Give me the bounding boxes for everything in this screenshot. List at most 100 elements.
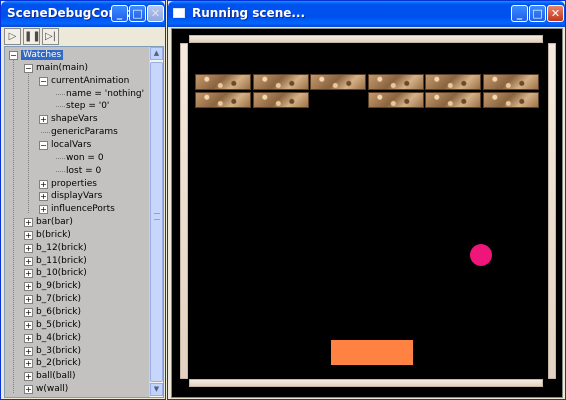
- tree-node[interactable]: shapeVars: [51, 113, 98, 126]
- chevron-up-icon: ▲: [153, 49, 160, 57]
- expand-icon[interactable]: +: [24, 372, 33, 382]
- tree-node-label: localVars: [51, 139, 92, 150]
- maximize-icon: □: [532, 7, 543, 20]
- expand-icon[interactable]: +: [24, 295, 33, 305]
- tree-node[interactable]: main(main): [36, 62, 88, 75]
- tree-node[interactable]: b_11(brick): [36, 255, 87, 268]
- scene-debug-titlebar[interactable]: SceneDebugContr... _ □ ✕: [1, 1, 165, 27]
- tree-node[interactable]: b_6(brick): [36, 306, 81, 319]
- expand-icon[interactable]: +: [24, 269, 33, 279]
- tree-node-label: Watches: [21, 50, 64, 60]
- brick: [195, 74, 251, 90]
- expand-icon[interactable]: +: [39, 205, 48, 215]
- expand-icon[interactable]: +: [24, 218, 33, 228]
- pause-icon: ❚❚: [24, 31, 41, 42]
- tree-node-label: b_10(brick): [36, 268, 87, 279]
- paddle[interactable]: [331, 340, 413, 365]
- close-button[interactable]: ✕: [547, 5, 564, 22]
- close-icon: ✕: [550, 7, 561, 20]
- right-wall: [548, 43, 556, 379]
- watches-tree-panel: Watches − main(main) − currentAnimation − name…: [4, 46, 164, 398]
- tree-node[interactable]: genericParams: [51, 126, 118, 139]
- tree-node[interactable]: b_12(brick): [36, 242, 87, 255]
- tree-node-label: displayVars: [51, 191, 103, 202]
- expand-icon[interactable]: +: [24, 256, 33, 266]
- maximize-button[interactable]: □: [129, 5, 146, 22]
- minimize-icon: _: [116, 7, 123, 20]
- play-button[interactable]: ▷: [4, 28, 21, 45]
- debug-toolbar: ▷ ❚❚ ▷|: [4, 28, 164, 45]
- running-scene-window: Running scene... _ □ ✕: [167, 0, 566, 400]
- tree-scrollbar[interactable]: ▲ ▼: [149, 47, 163, 397]
- game-canvas[interactable]: [171, 28, 563, 398]
- tree-node[interactable]: Watches: [21, 49, 64, 62]
- minimize-icon: _: [516, 7, 523, 20]
- tree-node[interactable]: properties: [51, 178, 97, 191]
- tree-connector: [56, 106, 65, 108]
- expand-icon[interactable]: +: [39, 192, 48, 202]
- tree-node-label: influencePorts: [51, 204, 115, 215]
- tree-node[interactable]: lost = 0: [66, 165, 101, 178]
- tree-node-label: ball(ball): [36, 371, 76, 382]
- tree-node[interactable]: won = 0: [66, 152, 104, 165]
- tree-node[interactable]: bar(bar): [36, 216, 73, 229]
- tree-node[interactable]: b_4(brick): [36, 332, 81, 345]
- brick: [367, 74, 424, 90]
- tree-node[interactable]: b_3(brick): [36, 345, 81, 358]
- tree-node[interactable]: b_5(brick): [36, 319, 81, 332]
- tree-node-label: name = 'nothing': [66, 88, 145, 99]
- scroll-thumb[interactable]: [150, 62, 163, 382]
- brick: [252, 92, 309, 108]
- tree-node[interactable]: w(wall): [36, 383, 68, 396]
- tree-node[interactable]: ball(ball): [36, 370, 75, 383]
- expand-icon[interactable]: +: [24, 359, 33, 369]
- expand-icon[interactable]: +: [24, 243, 33, 253]
- tree-node[interactable]: localVars: [51, 139, 91, 152]
- tree-node[interactable]: b_10(brick): [36, 267, 87, 280]
- watches-tree: Watches − main(main) − currentAnimation − name…: [5, 47, 150, 397]
- brick: [482, 92, 539, 108]
- tree-node-label: b_4(brick): [36, 332, 82, 343]
- brick: [425, 74, 481, 90]
- tree-node[interactable]: b_7(brick): [36, 293, 81, 306]
- tree-node[interactable]: b_9(brick): [36, 280, 81, 293]
- maximize-icon: □: [132, 7, 143, 20]
- tree-node[interactable]: step = '0': [66, 100, 109, 113]
- tree-node[interactable]: name = 'nothing': [66, 88, 144, 101]
- close-button[interactable]: ✕: [147, 5, 164, 22]
- expand-icon[interactable]: +: [39, 115, 48, 125]
- expand-icon[interactable]: +: [24, 346, 33, 356]
- tree-node-label: shapeVars: [51, 114, 98, 125]
- expand-icon[interactable]: +: [24, 282, 33, 292]
- expand-icon[interactable]: +: [24, 230, 33, 240]
- step-button[interactable]: ▷|: [42, 28, 59, 45]
- brick: [252, 74, 309, 90]
- bottom-wall: [189, 379, 543, 387]
- running-scene-titlebar[interactable]: Running scene... _ □ ✕: [168, 1, 565, 27]
- grip-icon: [154, 213, 160, 220]
- minimize-button[interactable]: _: [111, 5, 128, 22]
- maximize-button[interactable]: □: [529, 5, 546, 22]
- tree-node[interactable]: b_2(brick): [36, 357, 81, 370]
- expand-icon[interactable]: +: [39, 179, 48, 189]
- pause-button[interactable]: ❚❚: [23, 28, 41, 45]
- scroll-up-button[interactable]: ▲: [150, 47, 163, 60]
- brick: [310, 74, 366, 90]
- tree-node[interactable]: displayVars: [51, 190, 102, 203]
- tree-node-label: b(brick): [36, 229, 71, 240]
- scroll-down-button[interactable]: ▼: [150, 383, 163, 396]
- brick: [195, 92, 251, 108]
- scene-debug-window: SceneDebugContr... _ □ ✕ ▷ ❚❚ ▷| Watches…: [0, 0, 166, 400]
- tree-node[interactable]: influencePorts: [51, 203, 115, 216]
- ball: [470, 244, 492, 266]
- tree-node-label: b_9(brick): [36, 281, 82, 292]
- collapse-icon[interactable]: −: [39, 140, 48, 150]
- expand-icon[interactable]: +: [24, 333, 33, 343]
- expand-icon[interactable]: +: [24, 320, 33, 330]
- minimize-button[interactable]: _: [511, 5, 528, 22]
- expand-icon[interactable]: +: [24, 385, 33, 395]
- collapse-icon[interactable]: −: [39, 76, 48, 86]
- expand-icon[interactable]: +: [24, 308, 33, 317]
- tree-node[interactable]: currentAnimation: [51, 75, 129, 88]
- tree-node[interactable]: b(brick): [36, 229, 71, 242]
